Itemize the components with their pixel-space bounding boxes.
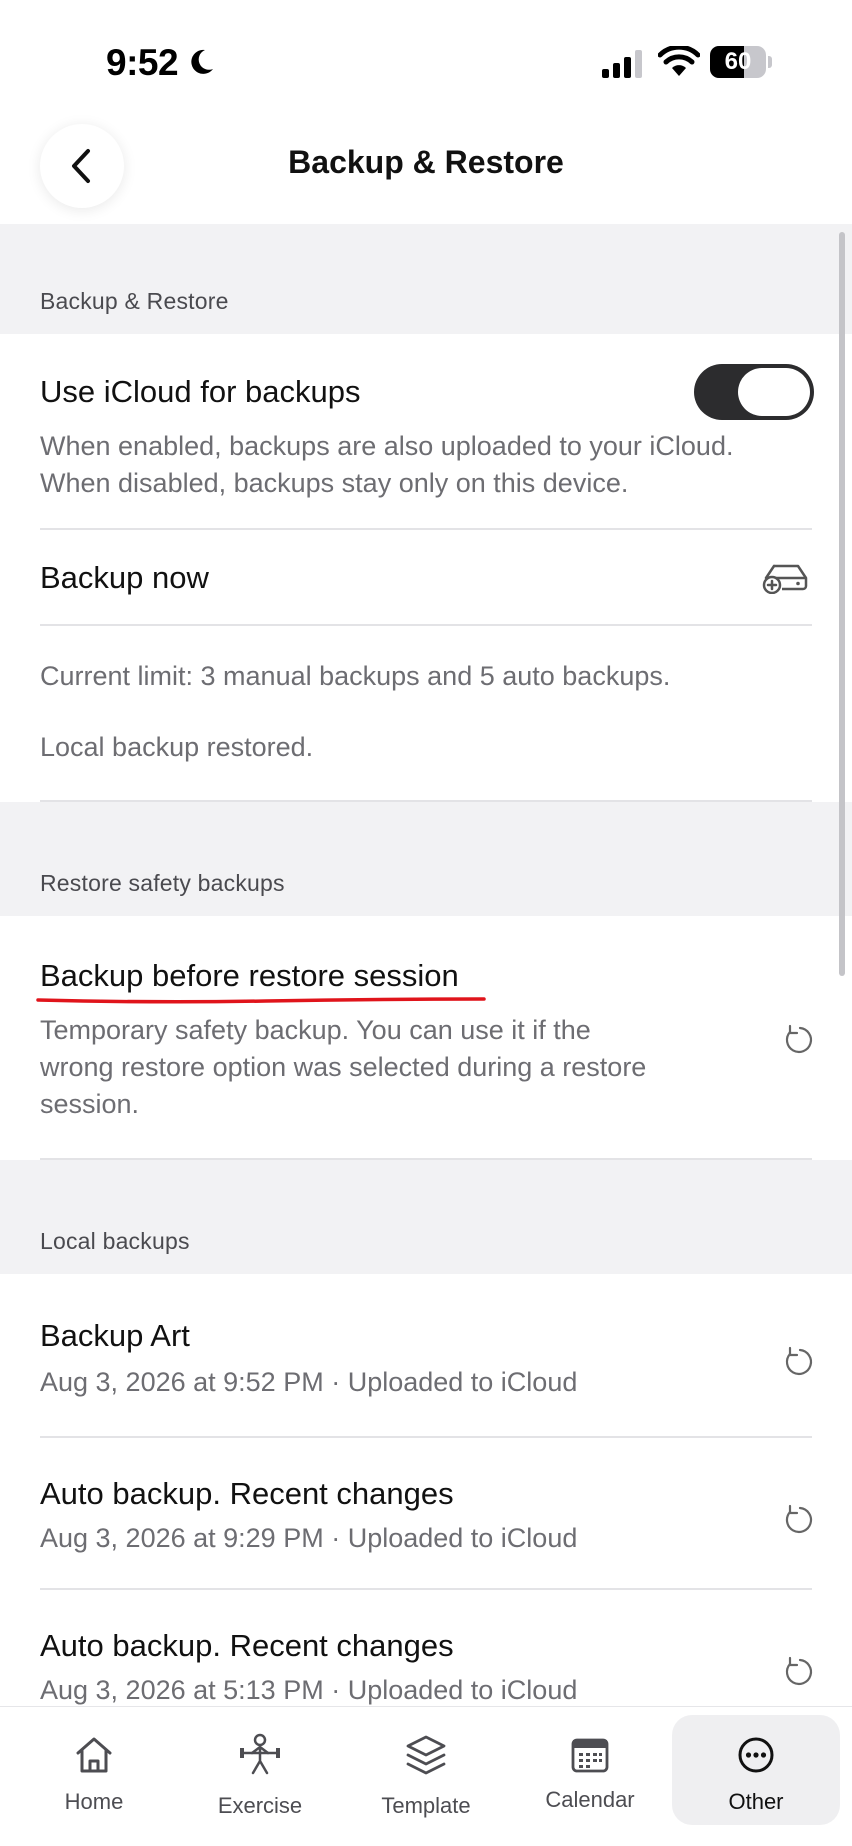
section-header-backup-restore: Backup & Restore xyxy=(40,288,229,314)
tab-label: Home xyxy=(64,1789,124,1814)
local-backup-item[interactable]: Backup Art Aug 3, 2026 at 9:52 PM · Uplo… xyxy=(0,1274,852,1436)
wifi-icon xyxy=(658,46,700,76)
tab-bar: Home Exercise Template Calendar Other xyxy=(0,1706,852,1846)
local-backup-item[interactable]: Auto backup. Recent changes Aug 3, 2026 … xyxy=(0,1590,852,1714)
restore-icon[interactable] xyxy=(780,1654,816,1690)
battery-tip xyxy=(768,56,772,68)
local-backup-title: Backup Art xyxy=(40,1318,190,1353)
tab-other[interactable]: Other xyxy=(676,1707,836,1846)
tab-home[interactable]: Home xyxy=(14,1707,174,1846)
tab-exercise[interactable]: Exercise xyxy=(180,1707,340,1846)
cellular-signal-icon xyxy=(602,50,642,78)
exercise-icon xyxy=(240,1733,280,1775)
tab-template[interactable]: Template xyxy=(346,1707,506,1846)
scrollbar[interactable] xyxy=(839,232,845,976)
status-bar: 9:52 60 xyxy=(0,0,852,110)
battery-body: 60 xyxy=(710,46,766,78)
backup-now-row[interactable]: Backup now xyxy=(0,530,852,624)
calendar-icon xyxy=(571,1738,609,1773)
tab-calendar[interactable]: Calendar xyxy=(510,1707,670,1846)
safety-backup-description-line-1: Temporary safety backup. You can use it … xyxy=(40,1015,591,1045)
section-header-local-backups: Local backups xyxy=(40,1228,190,1254)
backup-now-label: Backup now xyxy=(40,560,209,595)
divider xyxy=(40,1158,812,1160)
restore-icon[interactable] xyxy=(780,1344,816,1380)
home-icon xyxy=(76,1737,112,1773)
app-screen: 9:52 60 Backup & Restore Backup & Restor… xyxy=(0,0,852,1846)
safety-backup-description-line-2: wrong restore option was selected during… xyxy=(40,1052,647,1082)
local-backup-title: Auto backup. Recent changes xyxy=(40,1476,454,1511)
icloud-backup-description-line-2: When disabled, backups stay only on this… xyxy=(40,468,629,498)
backup-restore-card: Use iCloud for backups When enabled, bac… xyxy=(0,334,852,802)
more-icon xyxy=(738,1737,774,1773)
restore-safety-card: Backup before restore session Temporary … xyxy=(0,916,852,1160)
icloud-backup-toggle[interactable] xyxy=(694,364,814,420)
local-backups-card: Backup Art Aug 3, 2026 at 9:52 PM · Uplo… xyxy=(0,1274,852,1714)
battery-level-text: 60 xyxy=(724,48,752,75)
local-backup-subtitle: Aug 3, 2026 at 9:52 PM · Uploaded to iCl… xyxy=(40,1367,578,1397)
moon-icon xyxy=(191,49,213,74)
divider xyxy=(40,800,812,802)
safety-backup-title: Backup before restore session xyxy=(40,958,459,993)
local-backup-subtitle: Aug 3, 2026 at 5:13 PM · Uploaded to iCl… xyxy=(40,1675,578,1705)
local-backup-title: Auto backup. Recent changes xyxy=(40,1628,454,1663)
backup-limit-text: Current limit: 3 manual backups and 5 au… xyxy=(40,661,671,691)
section-header-restore-safety: Restore safety backups xyxy=(40,870,285,896)
icloud-backup-title: Use iCloud for backups xyxy=(40,374,361,409)
tab-label: Template xyxy=(381,1793,471,1818)
toggle-knob xyxy=(738,368,810,416)
safety-backup-row[interactable]: Backup before restore session Temporary … xyxy=(0,916,852,1158)
restore-icon[interactable] xyxy=(780,1022,816,1058)
tab-label: Calendar xyxy=(545,1787,635,1812)
status-time: 9:52 xyxy=(106,42,179,83)
safety-backup-description-line-3: session. xyxy=(40,1089,140,1119)
navigation-bar: Backup & Restore xyxy=(0,110,852,224)
page-title: Backup & Restore xyxy=(288,144,564,180)
backup-restored-status: Local backup restored. xyxy=(40,732,314,762)
add-backup-drive-icon xyxy=(762,564,808,594)
restore-icon[interactable] xyxy=(780,1502,816,1538)
tab-label: Exercise xyxy=(217,1793,303,1818)
battery-indicator: 60 xyxy=(710,46,772,78)
local-backup-subtitle: Aug 3, 2026 at 9:29 PM · Uploaded to iCl… xyxy=(40,1523,578,1553)
divider xyxy=(40,624,812,626)
layers-icon xyxy=(406,1735,446,1775)
tab-label: Other xyxy=(728,1789,784,1814)
local-backup-item[interactable]: Auto backup. Recent changes Aug 3, 2026 … xyxy=(0,1438,852,1588)
icloud-backup-description-line-1: When enabled, backups are also uploaded … xyxy=(40,431,734,461)
red-underline-annotation xyxy=(36,997,486,1004)
